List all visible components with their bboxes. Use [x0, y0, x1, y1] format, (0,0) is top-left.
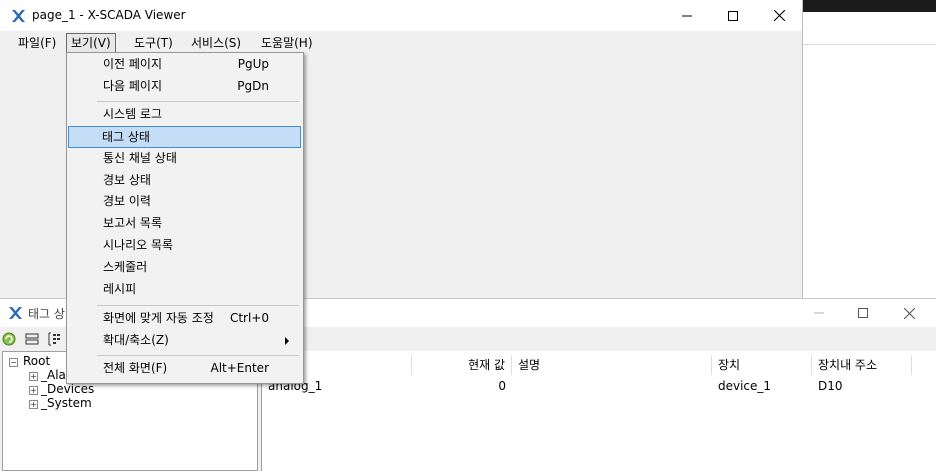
- menu-item-scheduler[interactable]: 스케줄러: [69, 257, 299, 278]
- tree-item-system[interactable]: _System: [41, 396, 92, 410]
- app-icon: [10, 8, 26, 24]
- menu-item-alarm-history[interactable]: 경보 이력: [69, 191, 299, 212]
- expand-button[interactable]: [24, 331, 40, 347]
- main-titlebar: page_1 - X-SCADA Viewer: [0, 0, 802, 31]
- refresh-icon: [2, 332, 16, 346]
- menu-item-tag-status[interactable]: 태그 상태: [68, 126, 301, 148]
- app-icon: [7, 305, 23, 321]
- submenu-arrow-icon: [285, 337, 289, 345]
- menu-view[interactable]: 보기(V): [66, 33, 116, 53]
- menu-item-label: 스케줄러: [103, 260, 148, 274]
- menu-tools[interactable]: 도구(T): [130, 34, 177, 52]
- menu-item-fullscreen[interactable]: 전체 화면(F) Alt+Enter: [69, 358, 299, 379]
- minimize-button[interactable]: [664, 0, 710, 31]
- menu-bar: 파일(F) 보기(V) 도구(T) 서비스(S) 도움말(H): [0, 31, 802, 54]
- menu-item-system-log[interactable]: 시스템 로그: [69, 104, 299, 125]
- menu-item-label: 화면에 맞게 자동 조정: [103, 311, 214, 325]
- menu-item-alarm-status[interactable]: 경보 상태: [69, 170, 299, 191]
- menu-item-next-page[interactable]: 다음 페이지 PgDn: [69, 76, 299, 97]
- menu-item-label: 경보 상태: [103, 173, 151, 187]
- menu-item-label: 태그 상태: [102, 130, 150, 144]
- list-icon: [25, 333, 39, 345]
- menu-item-zoom[interactable]: 확대/축소(Z): [69, 330, 299, 351]
- minimize-icon: [814, 312, 824, 314]
- tag-minimize-button[interactable]: [796, 299, 842, 327]
- menu-separator: [97, 355, 299, 356]
- minimize-icon: [682, 15, 692, 16]
- maximize-icon: [728, 10, 738, 21]
- collapse-icon[interactable]: −: [9, 358, 18, 367]
- expand-icon[interactable]: +: [29, 372, 38, 381]
- menu-item-label: 경보 이력: [103, 194, 151, 208]
- menu-item-shortcut: PgUp: [237, 57, 269, 71]
- maximize-button[interactable]: [710, 0, 756, 31]
- menu-item-label: 시나리오 목록: [103, 238, 174, 252]
- menu-file[interactable]: 파일(F): [14, 34, 60, 52]
- refresh-button[interactable]: [1, 331, 17, 347]
- menu-item-label: 확대/축소(Z): [103, 333, 169, 347]
- menu-item-comm-channel-status[interactable]: 통신 채널 상태: [69, 148, 299, 169]
- maximize-icon: [858, 308, 868, 318]
- tree-view-button[interactable]: [46, 331, 62, 347]
- tree-item-root[interactable]: Root: [23, 354, 50, 368]
- cell-device[interactable]: device_1: [718, 378, 771, 394]
- menu-separator: [97, 305, 299, 306]
- close-icon: [903, 307, 915, 319]
- tag-close-button[interactable]: [886, 299, 932, 327]
- menu-item-prev-page[interactable]: 이전 페이지 PgUp: [69, 54, 299, 75]
- column-header-value[interactable]: 현재 값: [412, 355, 512, 375]
- view-menu-dropdown: 이전 페이지 PgUp 다음 페이지 PgDn 시스템 로그 태그 상태 통신 …: [66, 52, 304, 384]
- menu-item-label: 레시피: [103, 282, 137, 296]
- column-header-device[interactable]: 장치: [712, 355, 812, 375]
- background-window-titlebar: [800, 0, 936, 12]
- background-divider: [802, 44, 936, 45]
- menu-item-label: 보고서 목록: [103, 216, 163, 230]
- close-button[interactable]: [756, 0, 802, 31]
- menu-item-scenario-list[interactable]: 시나리오 목록: [69, 235, 299, 256]
- column-header-description[interactable]: 설명: [512, 355, 712, 375]
- window-title: page_1 - X-SCADA Viewer: [32, 8, 186, 22]
- menu-item-recipe[interactable]: 레시피: [69, 279, 299, 300]
- expand-icon[interactable]: +: [29, 400, 38, 409]
- menu-item-label: 이전 페이지: [103, 57, 163, 71]
- menu-help[interactable]: 도움말(H): [257, 34, 317, 52]
- cell-value[interactable]: 0: [412, 378, 506, 394]
- menu-item-shortcut: Ctrl+0: [229, 311, 269, 325]
- column-header-address[interactable]: 장치내 주소: [812, 355, 912, 375]
- close-icon: [773, 10, 785, 21]
- menu-item-label: 통신 채널 상태: [103, 151, 177, 165]
- tag-window-title: 태그 상: [28, 307, 65, 321]
- tree-item-devices[interactable]: _Devices: [41, 382, 94, 396]
- menu-item-shortcut: Alt+Enter: [210, 361, 269, 375]
- menu-separator: [97, 101, 299, 102]
- menu-item-report-list[interactable]: 보고서 목록: [69, 213, 299, 234]
- tree-icon: [48, 332, 60, 346]
- menu-item-label: 시스템 로그: [103, 107, 163, 121]
- menu-item-shortcut: PgDn: [237, 79, 269, 93]
- menu-services[interactable]: 서비스(S): [187, 34, 245, 52]
- menu-item-fit-to-screen[interactable]: 화면에 맞게 자동 조정 Ctrl+0: [69, 308, 299, 329]
- tree-item-alarm[interactable]: _Ala: [41, 368, 66, 382]
- tag-maximize-button[interactable]: [840, 299, 886, 327]
- menu-item-label: 전체 화면(F): [103, 361, 168, 375]
- expand-icon[interactable]: +: [29, 386, 38, 395]
- tag-list: 현재 값 설명 장치 장치내 주소 analog_1 0 device_1 D1…: [261, 351, 936, 471]
- cell-address[interactable]: D10: [818, 378, 843, 394]
- menu-item-label: 다음 페이지: [103, 79, 163, 93]
